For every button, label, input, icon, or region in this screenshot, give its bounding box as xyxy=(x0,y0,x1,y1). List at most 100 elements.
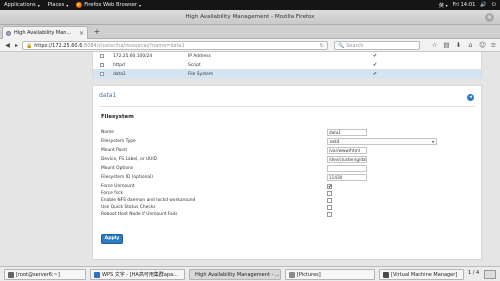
task-firefox[interactable]: High Availability Management - ... xyxy=(189,269,281,280)
page-content: 172.25.60.100/24 IP Address ✔ httpd Scri… xyxy=(0,52,500,266)
check-icon: ✔ xyxy=(373,70,378,77)
places-label: Places xyxy=(47,2,65,8)
check-icon: ✔ xyxy=(373,61,378,68)
collapse-icon[interactable]: ◂ xyxy=(467,94,474,101)
field-name: Name data1 xyxy=(101,129,475,137)
firefox-icon xyxy=(76,2,83,8)
applications-label: Applications xyxy=(4,2,36,8)
places-menu[interactable]: Places ▾ xyxy=(44,2,73,8)
field-label: Mount Point xyxy=(101,148,128,153)
wps-icon xyxy=(94,271,100,278)
forward-icon[interactable]: ▸ xyxy=(12,41,21,50)
app-menu-label: Firefox Web Browser xyxy=(84,2,138,8)
apply-button[interactable]: Apply xyxy=(101,234,123,244)
field-label: Filesystem Type xyxy=(101,139,136,144)
reload-icon[interactable]: ↻ xyxy=(320,43,324,49)
device-input[interactable]: /dev/clustervg/data1 xyxy=(327,156,367,163)
tab-high-availability[interactable]: High Availability Man... × xyxy=(2,26,88,39)
check-icon: ✔ xyxy=(373,52,378,59)
force-unmount-checkbox[interactable]: ✔ xyxy=(327,184,332,190)
chevron-down-icon: ▾ xyxy=(445,2,448,8)
field-mount-point: Mount Point /var/www/html xyxy=(101,147,475,155)
field-label: Mount Options xyxy=(101,166,134,171)
input-method-indicator[interactable]: 英 ▾ xyxy=(439,2,448,9)
tab-bar: High Availability Man... × + xyxy=(0,25,500,39)
applications-menu[interactable]: Applications ▾ xyxy=(0,2,44,8)
resource-name: 172.25.60.100/24 xyxy=(113,53,153,59)
new-tab-button[interactable]: + xyxy=(92,26,102,38)
force-fsck-checkbox[interactable] xyxy=(327,191,332,196)
field-label: Force Unmount xyxy=(101,184,135,189)
home-icon[interactable]: ⌂ xyxy=(466,41,475,50)
field-mount-options: Mount Options xyxy=(101,165,475,173)
tab-label: High Availability Man... xyxy=(14,30,72,36)
panel-title: data1 xyxy=(99,92,117,99)
reading-list-icon[interactable]: ▤ xyxy=(442,41,451,50)
search-bar[interactable]: 🔍 Search xyxy=(334,41,420,50)
resource-type: IP Address xyxy=(188,53,211,59)
close-window-icon[interactable]: × xyxy=(485,13,494,22)
download-icon[interactable]: ⬇ xyxy=(454,41,463,50)
lock-icon: 🔒 xyxy=(26,42,33,49)
window-titlebar: High Availability Management - Mozilla F… xyxy=(0,10,500,25)
row-checkbox[interactable] xyxy=(100,54,104,58)
reboot-host-checkbox[interactable] xyxy=(327,212,332,217)
monitor-icon xyxy=(383,271,389,278)
window-title: High Availability Management - Mozilla F… xyxy=(185,14,315,20)
field-filesystem-id: Filesystem ID (optional) 11430 xyxy=(101,174,475,182)
resource-type: File System xyxy=(188,71,214,77)
terminal-icon xyxy=(8,271,14,278)
clock[interactable]: Fri 14:01 xyxy=(453,2,476,8)
volume-icon[interactable]: 🔊 xyxy=(480,2,486,8)
folder-icon xyxy=(289,271,295,278)
app-menu-firefox[interactable]: Firefox Web Browser ▾ xyxy=(72,2,145,8)
workspace-indicator[interactable]: 1 / 4 xyxy=(468,270,479,276)
workspace-switcher[interactable] xyxy=(484,270,496,279)
chevron-down-icon: ▾ xyxy=(66,2,69,8)
chevron-down-icon: ▾ xyxy=(37,2,40,8)
task-wps[interactable]: WPS 文字 - [HA高可用集群apa... xyxy=(90,269,185,280)
url-path: :8084/cluster/ha/resources?name=data1 xyxy=(82,42,185,49)
row-checkbox[interactable] xyxy=(100,63,104,67)
task-terminal[interactable]: [root@server6:~] xyxy=(4,269,86,280)
field-label: Device, FS Label, or UUID xyxy=(101,157,158,162)
chevron-down-icon: ▾ xyxy=(431,139,434,144)
quick-status-checkbox[interactable] xyxy=(327,205,332,210)
back-icon[interactable]: ◀ xyxy=(3,41,12,50)
task-pictures[interactable]: [Pictures] xyxy=(285,269,375,280)
gnome-top-bar: Applications ▾ Places ▾ Firefox Web Brow… xyxy=(0,0,500,10)
resource-name: data1 xyxy=(113,71,126,77)
field-label: Enable NFS daemon and lockd workaround xyxy=(101,198,196,203)
task-virt-manager[interactable]: [Virtual Machine Manager] xyxy=(379,269,464,280)
field-label: Filesystem ID (optional) xyxy=(101,175,153,180)
chevron-down-icon: ▾ xyxy=(139,2,142,8)
field-filesystem-type: Filesystem Type ext4 ▾ xyxy=(101,138,475,146)
name-input[interactable]: data1 xyxy=(327,129,367,136)
table-row-selected[interactable]: data1 File System ✔ xyxy=(93,69,481,79)
mount-point-input[interactable]: /var/www/html xyxy=(327,147,367,154)
close-tab-icon[interactable]: × xyxy=(79,30,84,37)
bottom-taskbar: [root@server6:~] WPS 文字 - [HA高可用集群apa...… xyxy=(0,266,500,281)
field-label: Reboot Host Node if Unmount Fails xyxy=(101,212,178,217)
power-icon[interactable]: ⏻ xyxy=(492,2,496,9)
field-device: Device, FS Label, or UUID /dev/clustervg… xyxy=(101,156,475,164)
section-title: Filesystem xyxy=(101,114,134,120)
divider xyxy=(99,106,475,107)
navigation-bar: ◀ ▸ 🔒 https://172.25.60.6:8084/cluster/h… xyxy=(0,39,500,52)
field-reboot-host: Reboot Host Node if Unmount Fails xyxy=(101,211,475,219)
star-icon[interactable]: ☆ xyxy=(430,41,439,50)
field-label: Name xyxy=(101,130,114,135)
filesystem-id-input[interactable]: 11430 xyxy=(327,174,367,181)
url-bar[interactable]: 🔒 https://172.25.60.6:8084/cluster/ha/re… xyxy=(22,41,328,50)
filesystem-type-select[interactable]: ext4 ▾ xyxy=(327,138,437,145)
resource-type: Script xyxy=(188,62,201,68)
search-placeholder: Search xyxy=(346,42,364,49)
row-checkbox[interactable] xyxy=(100,72,104,76)
menu-icon[interactable]: ≡ xyxy=(489,41,498,50)
mount-options-input[interactable] xyxy=(327,165,367,172)
resource-detail-panel: data1 ◂ Filesystem Name data1 Filesystem… xyxy=(92,85,482,260)
field-label: Force fsck xyxy=(101,191,124,196)
smiley-icon[interactable]: ☺ xyxy=(478,41,487,50)
resources-table: 172.25.60.100/24 IP Address ✔ httpd Scri… xyxy=(92,52,482,79)
nfs-workaround-checkbox[interactable] xyxy=(327,198,332,203)
